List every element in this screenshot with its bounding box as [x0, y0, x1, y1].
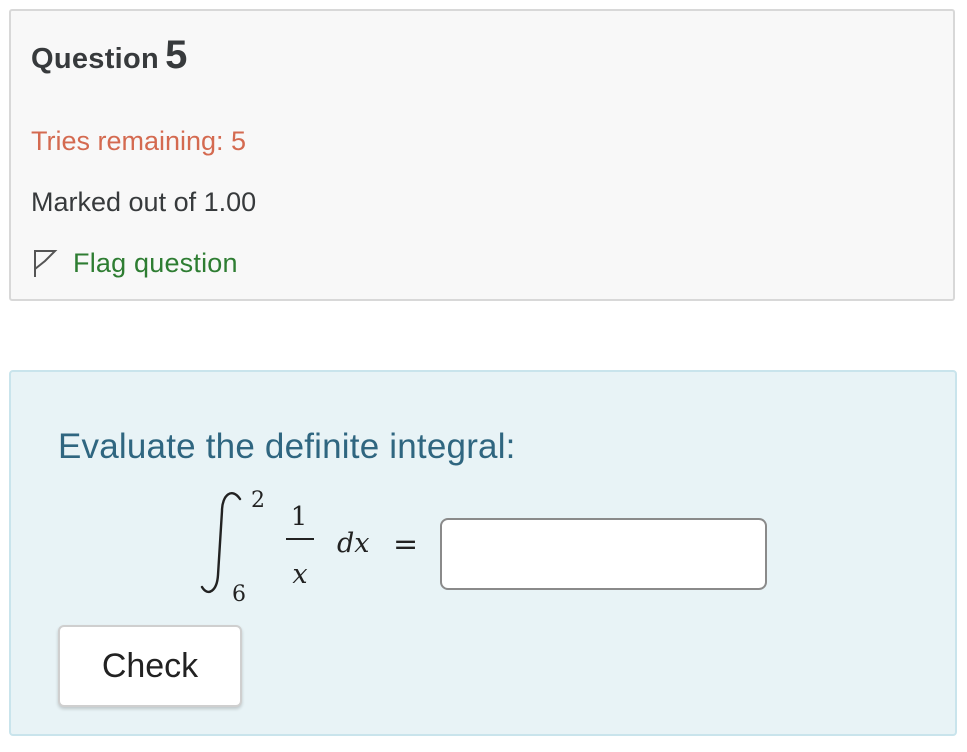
- question-prompt: Evaluate the definite integral:: [58, 427, 516, 466]
- upper-limit: 2: [251, 488, 265, 513]
- question-title-label: Question: [31, 43, 160, 75]
- question-number: 5: [165, 33, 188, 77]
- marked-out-of: Marked out of 1.00: [31, 187, 257, 217]
- equals-sign: =: [393, 527, 418, 562]
- tries-remaining: Tries remaining: 5: [31, 126, 247, 156]
- answer-input[interactable]: [440, 518, 767, 590]
- check-button[interactable]: Check: [58, 625, 242, 707]
- flag-outline-icon: [34, 250, 58, 277]
- flag-question-label: Flag question: [73, 247, 238, 278]
- fraction-numerator: 1: [291, 502, 308, 532]
- fraction-denominator: x: [292, 559, 307, 590]
- differential: dx: [337, 528, 370, 559]
- integral-sign: [200, 492, 242, 594]
- flag-question-link[interactable]: Flag question: [31, 247, 238, 279]
- question-heading: Question 5: [31, 33, 188, 78]
- integral-expression: 2 6 1 x dx =: [200, 488, 418, 607]
- lower-limit: 6: [232, 582, 246, 607]
- question-content-panel: Evaluate the definite integral: 2 6 1 x …: [9, 370, 957, 736]
- question-info-panel: Question 5 Tries remaining: 5 Marked out …: [9, 9, 955, 301]
